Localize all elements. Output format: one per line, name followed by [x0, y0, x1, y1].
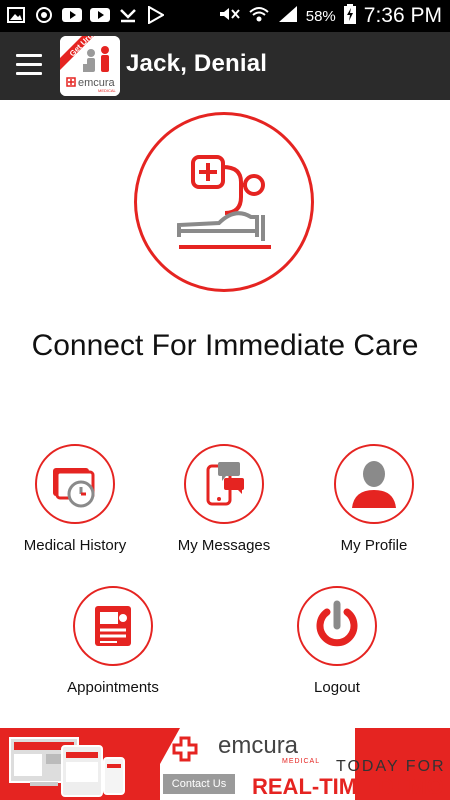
power-icon [316, 600, 358, 647]
device-mockup-image [9, 737, 125, 797]
app-bar: Get Urgent emcura MEDICAL Jack, Denial [0, 32, 450, 100]
appointments-label: Appointments [67, 679, 159, 696]
connect-care-button[interactable] [134, 112, 314, 292]
appointments-button[interactable]: Appointments [43, 586, 183, 696]
contact-us-button[interactable]: Contact Us [163, 774, 235, 794]
user-icon [352, 461, 396, 508]
play-store-notification-icon [146, 6, 166, 24]
youtube-notification-icon [62, 6, 82, 24]
mute-icon [218, 5, 240, 28]
status-bar: 58% 7:36 PM [0, 0, 450, 32]
wifi-icon [248, 5, 270, 28]
menu-icon[interactable] [16, 54, 42, 76]
notification-icons [6, 6, 166, 24]
my-messages-circle [184, 444, 264, 524]
logout-circle [297, 586, 377, 666]
my-messages-button[interactable]: My Messages [154, 444, 294, 554]
demo-banner-ad[interactable]: emcura MEDICAL TODAY FOR A REAL-TIME DEM… [0, 728, 450, 800]
medical-history-label: Medical History [23, 537, 127, 554]
sync-notification-icon [34, 6, 54, 24]
cell-signal-icon [278, 5, 298, 28]
banner-cta-main: REAL-TIME DEMO [252, 774, 444, 799]
page-title: Jack, Denial [126, 50, 268, 77]
logout-label: Logout [314, 679, 360, 696]
my-profile-label: My Profile [340, 537, 408, 554]
youtube-notification-icon-2 [90, 6, 110, 24]
battery-percent: 58% [305, 7, 336, 25]
banner-brand-sub: MEDICAL [282, 758, 321, 765]
my-profile-circle [334, 444, 414, 524]
clock: 7:36 PM [363, 4, 442, 27]
phone-chat-icon [206, 462, 244, 506]
my-messages-label: My Messages [177, 537, 271, 554]
download-notification-icon [118, 6, 138, 24]
app-logo: Get Urgent emcura MEDICAL [60, 36, 120, 96]
gallery-notification-icon [6, 6, 26, 24]
hero-heading: Connect For Immediate Care [31, 329, 419, 362]
stethoscope-bed-icon [177, 155, 271, 249]
banner-brand: emcura [218, 732, 299, 759]
medical-history-button[interactable]: Medical History [5, 444, 145, 554]
my-profile-button[interactable]: My Profile [304, 444, 444, 554]
logout-button[interactable]: Logout [267, 586, 407, 696]
folder-clock-icon [53, 468, 95, 508]
appointments-circle [73, 586, 153, 666]
appointment-card-icon [95, 606, 131, 646]
banner-left-panel [0, 728, 160, 800]
emcura-cross-icon [172, 736, 198, 762]
medical-history-circle [35, 444, 115, 524]
system-status: 58% 7:36 PM [218, 0, 442, 32]
logo-brand-sub: MEDICAL [98, 88, 117, 93]
battery-charging-icon [343, 3, 356, 29]
